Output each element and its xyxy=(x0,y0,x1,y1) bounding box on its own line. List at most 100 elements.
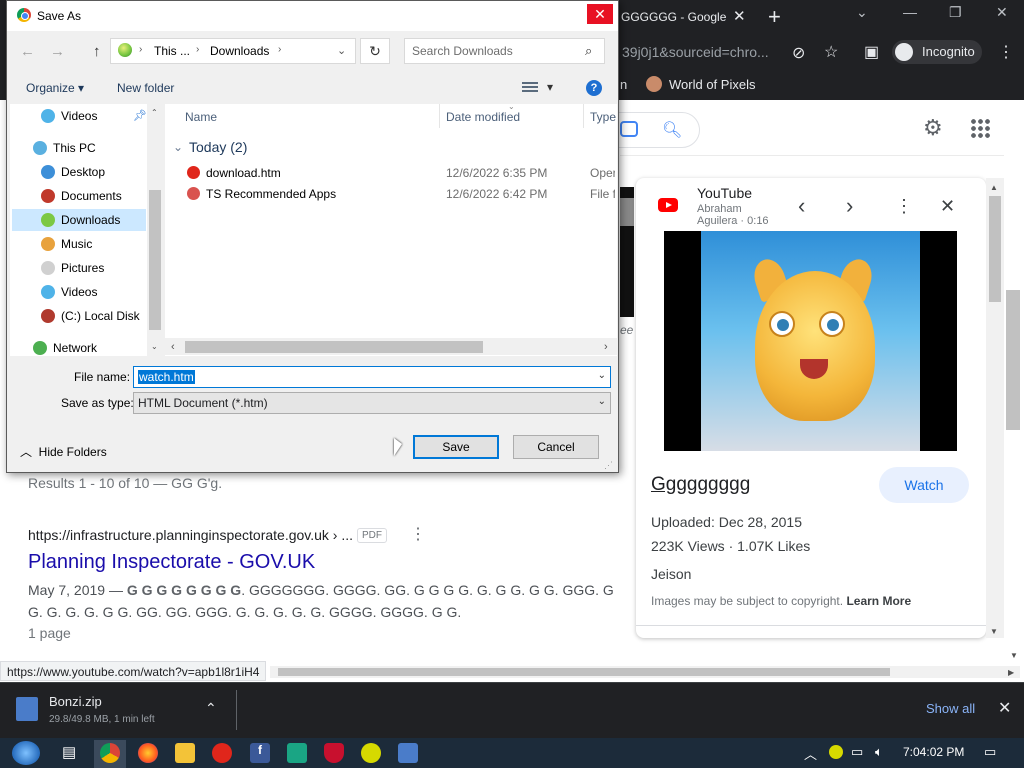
restore-icon[interactable]: ❐ xyxy=(949,4,962,21)
breadcrumb-this-pc[interactable]: This ... xyxy=(154,44,190,58)
firefox-icon[interactable] xyxy=(138,743,158,763)
tray-expand-icon[interactable]: ︿ xyxy=(804,744,817,763)
more-options-icon[interactable]: ⋮ xyxy=(895,196,913,217)
bookmark-star-icon[interactable]: ☆ xyxy=(824,42,838,62)
nav-item-downloads[interactable]: Downloads xyxy=(12,209,146,231)
pin-icon[interactable]: 📌︎ xyxy=(133,109,147,122)
crumb-separator-icon[interactable]: › xyxy=(139,44,142,55)
result-url[interactable]: https://infrastructure.planninginspector… xyxy=(28,527,353,543)
plus-app-icon[interactable] xyxy=(361,743,381,763)
up-arrow-icon[interactable]: ↑ xyxy=(93,43,101,60)
chevron-down-icon[interactable]: ⌄ xyxy=(598,370,606,381)
nav-item-videos-quick[interactable]: Videos xyxy=(12,105,146,127)
crumb-separator-icon[interactable]: › xyxy=(278,44,281,55)
tab-close-icon[interactable]: ✕ xyxy=(733,7,746,25)
back-arrow-icon[interactable]: ← xyxy=(20,43,35,60)
archive-app-icon[interactable] xyxy=(398,743,418,763)
task-view-icon[interactable]: ▤ xyxy=(62,743,82,763)
organize-button[interactable]: Organize ▾ xyxy=(26,81,84,95)
next-arrow-icon[interactable]: › xyxy=(846,193,853,219)
refresh-button[interactable]: ↻ xyxy=(360,38,390,64)
nav-item-network[interactable]: Network xyxy=(12,337,146,355)
camera-icon[interactable] xyxy=(620,121,638,137)
window-close-icon[interactable]: ✕ xyxy=(996,4,1008,21)
nav-item-desktop[interactable]: Desktop xyxy=(12,161,146,183)
google-apps-icon[interactable] xyxy=(970,118,990,138)
page-scroll-down-icon[interactable]: ▼ xyxy=(1010,651,1018,660)
tray-app-icon[interactable] xyxy=(829,745,843,759)
dialog-close-button[interactable]: ✕ xyxy=(587,4,613,24)
breadcrumb-downloads[interactable]: Downloads xyxy=(210,44,269,58)
column-date-modified[interactable]: Date modified xyxy=(446,110,520,124)
scroll-down-arrow-icon[interactable]: ▼ xyxy=(990,627,998,636)
downloads-close-icon[interactable]: ✕ xyxy=(998,698,1011,718)
nav-item-pictures[interactable]: Pictures xyxy=(12,257,146,279)
search-icon[interactable]: 🔍︎ xyxy=(662,120,682,140)
hide-folders-button[interactable]: ︿ Hide Folders xyxy=(20,443,107,460)
settings-gear-icon[interactable]: ⚙ xyxy=(923,115,943,141)
notifications-icon[interactable]: ▭ xyxy=(984,744,996,760)
close-panel-icon[interactable]: ✕ xyxy=(940,196,955,217)
shield-app-icon[interactable] xyxy=(324,743,344,763)
cancel-button[interactable]: Cancel xyxy=(513,435,599,459)
nav-item-local-disk[interactable]: (C:) Local Disk xyxy=(12,305,146,327)
nav-item-videos[interactable]: Videos xyxy=(12,281,146,303)
learn-more-link[interactable]: Learn More xyxy=(846,594,911,608)
horizontal-scrollbar-thumb[interactable] xyxy=(278,668,890,676)
group-collapse-icon[interactable]: ⌄ xyxy=(173,140,183,154)
tray-network-icon[interactable]: ▭ xyxy=(851,744,863,760)
chevron-down-icon[interactable]: ⌄ xyxy=(598,396,606,407)
nav-item-music[interactable]: Music xyxy=(12,233,146,255)
vpn-app-icon[interactable] xyxy=(287,743,307,763)
opera-icon[interactable] xyxy=(212,743,232,763)
clock[interactable]: 7:04:02 PM xyxy=(903,745,964,759)
hscroll-right-icon[interactable]: ▶ xyxy=(1008,668,1014,677)
column-name[interactable]: Name xyxy=(185,110,217,124)
address-bar-text[interactable]: 39j0j1&sourceid=chro... xyxy=(622,44,769,60)
forward-arrow-icon[interactable]: → xyxy=(50,43,65,60)
menu-dots-icon[interactable]: ⋮ xyxy=(998,42,1014,62)
crumb-separator-icon[interactable]: › xyxy=(196,44,199,55)
result-more-icon[interactable]: ⋮ xyxy=(410,524,426,544)
hscroll-right-icon[interactable]: › xyxy=(604,341,608,353)
file-row[interactable]: TS Recommended Apps 12/6/2022 6:42 PM Fi… xyxy=(185,184,615,204)
video-thumbnail[interactable] xyxy=(664,231,957,451)
view-dropdown-icon[interactable]: ▾ xyxy=(547,80,553,94)
watch-button[interactable]: Watch xyxy=(879,467,969,503)
file-name-input[interactable]: watch.htm ⌄ xyxy=(133,366,611,388)
tab-title[interactable]: GGGGGG - Google xyxy=(621,10,726,24)
hscroll-left-icon[interactable]: ‹ xyxy=(171,341,175,353)
speaker-icon[interactable]: 🔈︎ xyxy=(875,744,883,760)
new-tab-icon[interactable]: + xyxy=(768,4,781,30)
minimize-icon[interactable]: — xyxy=(903,4,917,20)
resize-grip-icon[interactable]: ⋰ xyxy=(604,460,613,471)
side-panel-icon[interactable]: ▣ xyxy=(864,42,879,62)
view-options-icon[interactable] xyxy=(522,82,538,94)
chrome-taskbar-icon[interactable] xyxy=(100,743,120,763)
column-separator[interactable] xyxy=(583,104,584,128)
dialog-titlebar[interactable] xyxy=(7,1,618,31)
new-folder-button[interactable]: New folder xyxy=(117,81,174,95)
search-downloads-input[interactable]: Search Downloads xyxy=(404,38,605,64)
scroll-up-arrow-icon[interactable]: ▲ xyxy=(990,183,998,192)
chevron-up-icon[interactable]: ⌃ xyxy=(205,700,217,717)
nav-item-this-pc[interactable]: This PC xyxy=(12,137,146,159)
eye-off-icon[interactable]: ⊘ xyxy=(792,43,805,63)
nav-scroll-down-icon[interactable]: ⌄ xyxy=(151,342,158,351)
start-button-icon[interactable] xyxy=(12,741,40,765)
file-row[interactable]: download.htm 12/6/2022 6:35 PM Oper xyxy=(185,163,615,183)
file-explorer-icon[interactable] xyxy=(175,743,195,763)
download-file-name[interactable]: Bonzi.zip xyxy=(49,694,102,709)
column-type[interactable]: Type xyxy=(590,110,616,124)
page-scrollbar-thumb[interactable] xyxy=(1006,290,1020,430)
zip-file-icon[interactable] xyxy=(16,697,38,721)
bookmark-world-of-pixels[interactable]: World of Pixels xyxy=(669,77,755,92)
group-header-today[interactable]: Today (2) xyxy=(189,139,247,155)
help-icon[interactable]: ? xyxy=(586,80,602,96)
show-all-button[interactable]: Show all xyxy=(926,701,975,716)
video-source[interactable]: YouTube xyxy=(697,185,752,201)
panel-scrollbar-thumb[interactable] xyxy=(989,196,1001,302)
column-separator[interactable] xyxy=(439,104,440,128)
nav-scroll-up-icon[interactable]: ⌃ xyxy=(151,108,158,117)
file-list-hscroll-thumb[interactable] xyxy=(185,341,483,353)
